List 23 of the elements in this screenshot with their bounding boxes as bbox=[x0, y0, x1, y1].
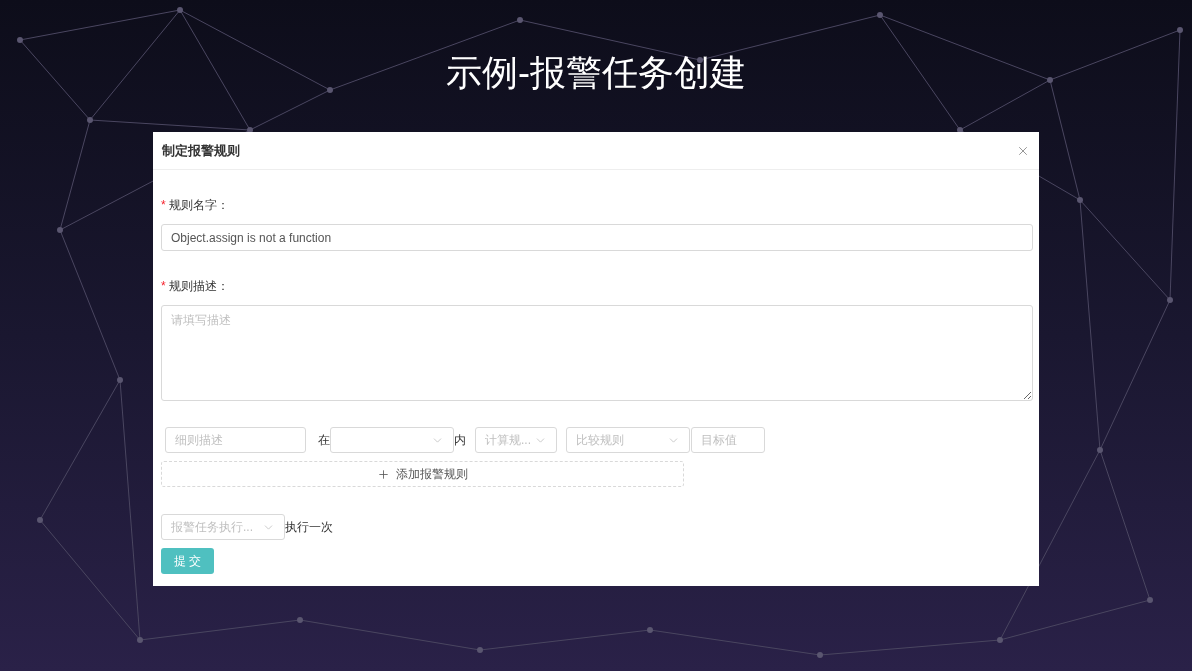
select-field[interactable]: 比较规则 bbox=[566, 427, 690, 453]
connector-text: 在 bbox=[318, 432, 330, 449]
select-placeholder: 计算规... bbox=[485, 432, 531, 449]
input-field[interactable]: 目标值 bbox=[691, 427, 765, 453]
required-mark: * bbox=[161, 197, 166, 214]
field-label: 规则名字： bbox=[168, 197, 229, 214]
select-placeholder: 报警任务执行... bbox=[171, 519, 253, 536]
connector-text: 内 bbox=[454, 432, 466, 449]
add-rule-button[interactable]: 添加报警规则 bbox=[161, 461, 684, 487]
slide-title: 示例-报警任务创建 bbox=[446, 51, 746, 95]
select-field[interactable]: 计算规... bbox=[475, 427, 557, 453]
schedule-suffix: 执行一次 bbox=[285, 519, 333, 536]
required-mark: * bbox=[161, 278, 166, 295]
dialog-title: 制定报警规则 bbox=[162, 141, 240, 160]
textarea-field[interactable]: 请填写描述 bbox=[161, 305, 1033, 401]
field-label: 规则描述： bbox=[168, 278, 229, 295]
submit-button[interactable]: 提 交 bbox=[161, 548, 214, 574]
select-field[interactable] bbox=[330, 427, 454, 453]
select-field[interactable]: 报警任务执行... bbox=[161, 514, 285, 540]
input-field[interactable]: 细则描述 bbox=[165, 427, 306, 453]
select-placeholder: 比较规则 bbox=[576, 432, 624, 449]
input-field[interactable]: Object.assign is not a function bbox=[161, 224, 1033, 251]
plus-icon bbox=[377, 467, 390, 481]
